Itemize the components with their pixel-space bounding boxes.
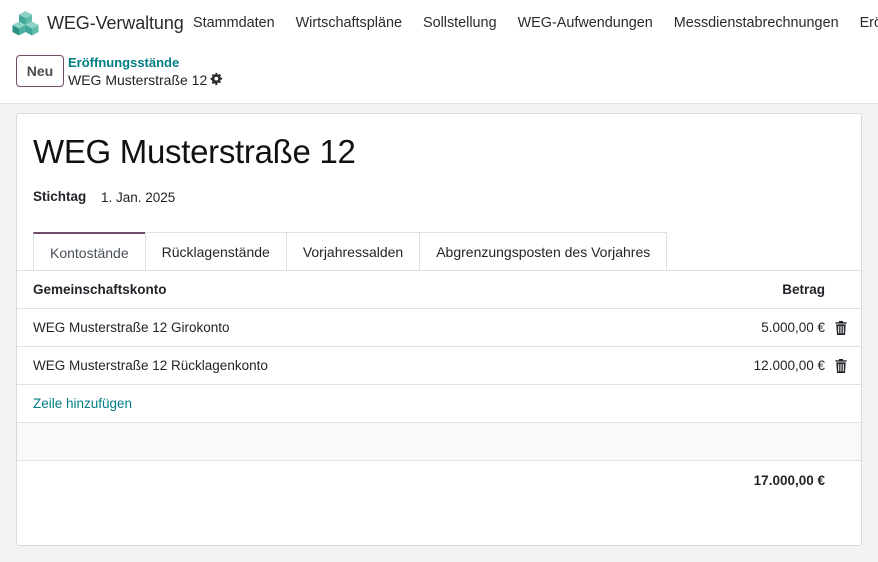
row-amount[interactable]: 12.000,00 € [754, 358, 825, 373]
table-row[interactable]: WEG Musterstraße 12 Girokonto 5.000,00 € [17, 309, 861, 347]
empty-row [17, 423, 861, 461]
gear-icon[interactable] [209, 72, 223, 86]
breadcrumb-parent[interactable]: Eröffnungsstände [68, 55, 179, 70]
column-header-account[interactable]: Gemeinschaftskonto [33, 282, 167, 297]
menu-item-weg-aufwendungen[interactable]: WEG-Aufwendungen [518, 15, 653, 31]
row-amount[interactable]: 5.000,00 € [761, 320, 825, 335]
menu-item-wirtschaftsplaene[interactable]: Wirtschaftspläne [296, 15, 402, 31]
trash-icon[interactable] [835, 321, 847, 335]
menu-item-eroeffnungsstaende[interactable]: Eröffn [860, 15, 878, 31]
record-title[interactable]: WEG Musterstraße 12 [33, 133, 356, 171]
total-amount: 17.000,00 € [753, 473, 825, 488]
table-header: Gemeinschaftskonto Betrag [17, 271, 861, 309]
menu-item-stammdaten[interactable]: Stammdaten [193, 15, 275, 31]
stichtag-field[interactable]: 1. Jan. 2025 [101, 190, 175, 205]
tab-kontostaende[interactable]: Kontostände [33, 232, 146, 271]
notebook-tabs: Kontostände Rücklagenstände Vorjahressal… [33, 232, 668, 271]
row-account[interactable]: WEG Musterstraße 12 Girokonto [33, 320, 230, 335]
top-navbar: WEG-Verwaltung Stammdaten Wirtschaftsplä… [0, 0, 878, 46]
main-menu: Stammdaten Wirtschaftspläne Sollstellung… [193, 15, 878, 31]
new-button[interactable]: Neu [16, 55, 64, 87]
menu-item-sollstellung[interactable]: Sollstellung [423, 15, 497, 31]
tab-abgrenzungsposten[interactable]: Abgrenzungsposten des Vorjahres [419, 232, 668, 271]
app-logo-icon[interactable] [12, 10, 39, 36]
add-line-row: Zeile hinzufügen [17, 385, 861, 423]
column-header-amount[interactable]: Betrag [782, 282, 825, 297]
table-row[interactable]: WEG Musterstraße 12 Rücklagenkonto 12.00… [17, 347, 861, 385]
tab-ruecklagenstaende[interactable]: Rücklagenstände [144, 232, 287, 271]
menu-item-messdienstabrechnungen[interactable]: Messdienstabrechnungen [674, 15, 839, 31]
breadcrumb-current: WEG Musterstraße 12 [68, 72, 208, 88]
trash-icon[interactable] [835, 359, 847, 373]
row-account[interactable]: WEG Musterstraße 12 Rücklagenkonto [33, 358, 268, 373]
control-panel: Neu Eröffnungsstände WEG Musterstraße 12 [0, 46, 878, 104]
add-line-link[interactable]: Zeile hinzufügen [33, 396, 132, 411]
form-sheet: WEG Musterstraße 12 Stichtag 1. Jan. 202… [16, 113, 862, 546]
app-name[interactable]: WEG-Verwaltung [47, 13, 184, 34]
stichtag-label: Stichtag [33, 189, 87, 204]
tab-vorjahressalden[interactable]: Vorjahressalden [285, 232, 421, 271]
